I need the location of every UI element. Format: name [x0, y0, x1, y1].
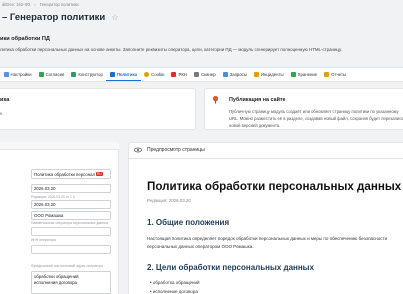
section-heading: 2. Цели обработки персональных данных: [147, 263, 314, 272]
publish-card-title: Публикация на сайте: [229, 97, 286, 103]
page-title: – Генератор политики: [2, 11, 106, 23]
preview-header-label: Предпросмотр страницы: [147, 147, 205, 153]
tab-label: РКН: [178, 72, 187, 77]
tab-label: Запросы: [229, 72, 247, 77]
breadcrumb-item[interactable]: ditDev: 152-ФЗ: [2, 2, 30, 7]
tab-requests[interactable]: Запросы: [219, 68, 250, 81]
edition-field[interactable]: 2026.03.20: [31, 184, 111, 193]
scanner-icon: [193, 72, 199, 77]
inn-field[interactable]: [31, 227, 111, 236]
field-value: 2026.03.20: [34, 202, 56, 207]
purposes-textarea[interactable]: обработки обращений исполнения договора: [31, 271, 111, 294]
tab-label: Политика: [116, 71, 138, 77]
field-value: 2026.03.20: [34, 186, 56, 191]
list-item: • исполнение договора: [150, 289, 198, 294]
tab-label: Конструктор: [78, 72, 103, 77]
publish-card-text: Публичную страницу модуль создаёт или об…: [229, 109, 403, 128]
field-hint: Юридический или почтовый адрес оператора: [31, 264, 103, 268]
report-icon: [324, 72, 330, 77]
tab-label: Cookie: [151, 72, 165, 77]
section-description: литика обработки персональных данных на …: [0, 47, 342, 52]
section-title: ики обработки ПД: [0, 36, 50, 42]
tab-label: Инциденты: [260, 72, 284, 77]
policy-title-field[interactable]: Политика обработки персонал RU: [31, 169, 111, 179]
list-item-text: исполнение договора: [152, 289, 198, 294]
field-value: ООО Ромашка: [34, 213, 64, 218]
document-icon: [109, 71, 115, 77]
tab-cookie[interactable]: Cookie: [141, 68, 168, 81]
tab-label: Хранение: [297, 72, 318, 77]
language-badge: RU: [96, 172, 103, 176]
operator-name-field[interactable]: ООО Ромашка: [31, 211, 111, 220]
tab-consents[interactable]: Согласия: [35, 68, 68, 81]
pin-icon: [212, 95, 219, 104]
info-card-text: е.: [0, 111, 4, 116]
tab-label: Отчеты: [331, 72, 347, 77]
flag-icon: [171, 72, 177, 77]
document-title: Политика обработки персональных данных: [147, 180, 402, 193]
tab-label: Настройки: [10, 72, 32, 77]
title-row: – Генератор политики ☆: [0, 8, 118, 26]
eye-icon: [134, 147, 142, 153]
tab-rkn[interactable]: РКН: [168, 68, 190, 81]
breadcrumb-item[interactable]: Генератор политики: [40, 2, 79, 7]
info-card: [0, 88, 196, 130]
tab-settings[interactable]: Настройки: [0, 68, 35, 81]
preview-header: Предпросмотр страницы: [128, 142, 403, 159]
field-hint: ИНН оператора: [31, 238, 56, 242]
list-item-text: обработка обращений: [152, 280, 200, 285]
cookie-icon: [144, 72, 150, 77]
section-heading: 1. Общие положения: [147, 218, 230, 227]
date-field[interactable]: 2026.03.20: [31, 200, 111, 209]
tab-reports[interactable]: Отчеты: [321, 68, 350, 81]
textarea-line: исполнения договора: [34, 280, 77, 285]
tab-builder[interactable]: Конструктор: [68, 68, 107, 81]
tab-incidents[interactable]: Инциденты: [250, 68, 287, 81]
form-header: [0, 142, 119, 150]
check-icon: [38, 72, 44, 77]
tab-scanner[interactable]: Сканер: [190, 68, 219, 81]
tab-label: Согласия: [45, 72, 65, 77]
field-hint: Редакция: 2026.03.20 от 1.0: [31, 195, 75, 199]
field-hint: Наименование оператора персональных данн…: [31, 221, 109, 225]
tab-policy[interactable]: Политика: [106, 68, 141, 81]
gear-icon: [3, 72, 9, 77]
field-value: Политика обработки персонал: [34, 171, 96, 177]
inbox-icon: [222, 72, 228, 77]
build-icon: [71, 72, 77, 77]
module-tabs: Настройки Согласия Конструктор Политика …: [0, 67, 403, 82]
alert-icon: [253, 72, 259, 77]
section-paragraph: Настоящая политика определяет порядок об…: [147, 236, 388, 249]
breadcrumb-separator: ›: [34, 2, 36, 7]
info-card-title: ика: [0, 97, 10, 103]
document-edition: Редакция: 2026.03.20: [147, 198, 191, 203]
tab-storage[interactable]: Хранение: [287, 68, 321, 81]
tab-label: Сканер: [200, 72, 216, 77]
star-icon[interactable]: ☆: [111, 13, 118, 22]
list-item: • обработка обращений: [150, 280, 200, 285]
address-field[interactable]: [31, 245, 111, 254]
archive-icon: [290, 72, 296, 77]
